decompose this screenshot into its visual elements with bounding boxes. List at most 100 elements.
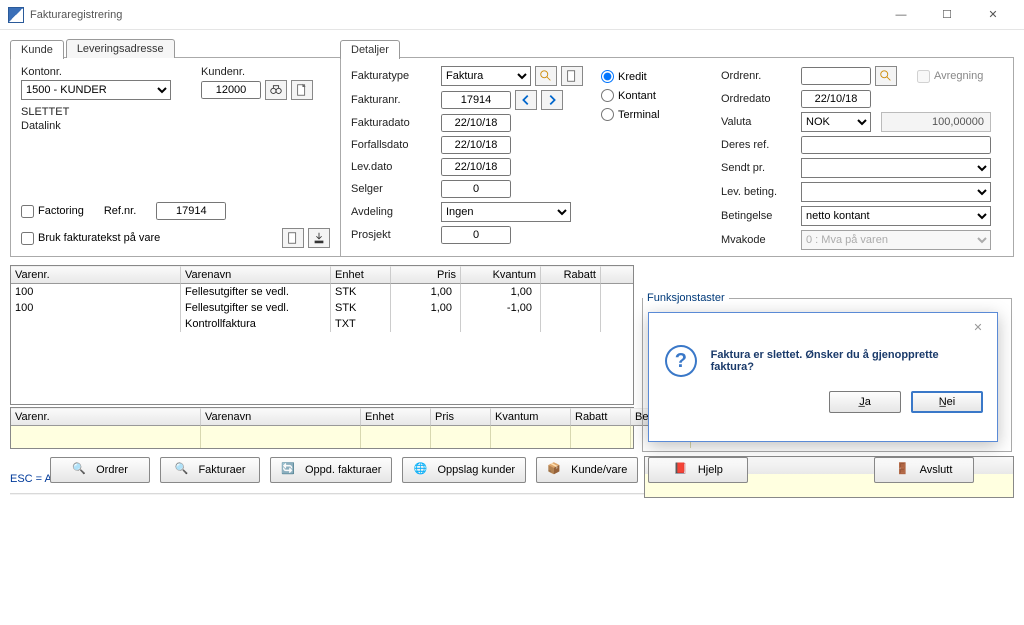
factoring-checkbox[interactable]: Factoring (21, 205, 84, 218)
kunde-panel: Kontonr. 1500 - KUNDER Kundenr. (10, 57, 340, 257)
magnifier-icon (879, 69, 893, 83)
prev-faktura-button[interactable] (515, 90, 537, 110)
fakturaer-button[interactable]: 🔍Fakturaer (160, 457, 260, 483)
forfallsdato-input[interactable] (441, 136, 511, 154)
lookup-fakturatype-button[interactable] (535, 66, 557, 86)
maximize-button[interactable]: ☐ (924, 0, 970, 30)
title-bar: Fakturaregistrering — ☐ ✕ (0, 0, 1024, 30)
fakturadato-label: Fakturadato (351, 117, 441, 129)
cell-enhet: STK (331, 300, 391, 316)
table-row[interactable]: 100Fellesutgifter se vedl.STK1,001,001,0… (11, 284, 633, 300)
copy-button[interactable] (282, 228, 304, 248)
mvakode-select: 0 : Mva på varen (801, 230, 991, 250)
bruk-fakturatekst-checkbox[interactable]: Bruk fakturatekst på vare (21, 232, 160, 245)
kundenr-input[interactable] (201, 81, 261, 99)
cell-varenr: 100 (11, 300, 181, 316)
col-varenavn[interactable]: Varenavn (181, 266, 331, 284)
col2-kvantum[interactable]: Kvantum (491, 408, 571, 426)
prosjekt-input[interactable] (441, 226, 511, 244)
cell-belop (601, 316, 634, 332)
document-icon (286, 231, 300, 245)
selger-label: Selger (351, 183, 441, 195)
col-pris[interactable]: Pris (391, 266, 461, 284)
entry-grid[interactable]: Varenr. Varenavn Enhet Pris Kvantum Raba… (10, 407, 634, 449)
search-customer-button[interactable] (265, 80, 287, 100)
oppd-fakturaer-button[interactable]: 🔄Oppd. fakturaer (270, 457, 392, 483)
lookup-ordre-button[interactable] (875, 66, 897, 86)
ordredato-input[interactable] (801, 90, 871, 108)
ordrer-button[interactable]: 🔍Ordrer (50, 457, 150, 483)
col-rabatt[interactable]: Rabatt (541, 266, 601, 284)
refnr-label: Ref.nr. (104, 205, 136, 217)
col2-pris[interactable]: Pris (431, 408, 491, 426)
levdato-input[interactable] (441, 158, 511, 176)
col-belop[interactable]: Beløp (601, 266, 634, 284)
col2-enhet[interactable]: Enhet (361, 408, 431, 426)
pay-terminal-label: Terminal (618, 109, 660, 121)
new-faktura-button[interactable] (561, 66, 583, 86)
levbeting-select[interactable] (801, 182, 991, 202)
dialog-close-button[interactable]: ✕ (965, 317, 991, 337)
divider (10, 493, 750, 495)
col-enhet[interactable]: Enhet (331, 266, 391, 284)
fakturadato-input[interactable] (441, 114, 511, 132)
table-row[interactable]: 100Fellesutgifter se vedl.STK1,00-1,00-1… (11, 300, 633, 316)
book-icon: 📕 (674, 462, 690, 478)
fakturatype-select[interactable]: Faktura (441, 66, 531, 86)
pay-terminal-radio[interactable]: Terminal (601, 108, 711, 121)
avslutt-button[interactable]: 🚪Avslutt (874, 457, 974, 483)
selger-input[interactable] (441, 180, 511, 198)
window-title: Fakturaregistrering (30, 9, 878, 21)
cell-enhet: STK (331, 284, 391, 300)
pay-kontant-radio[interactable]: Kontant (601, 89, 711, 102)
new-customer-button[interactable] (291, 80, 313, 100)
question-icon: ? (665, 345, 697, 377)
next-faktura-button[interactable] (541, 90, 563, 110)
col-varenr[interactable]: Varenr. (11, 266, 181, 284)
oppslag-kunder-button[interactable]: 🌐Oppslag kunder (402, 457, 526, 483)
ordredato-label: Ordredato (721, 93, 801, 105)
kundenr-label: Kundenr. (201, 66, 281, 78)
minimize-button[interactable]: — (878, 0, 924, 30)
status-datalink: Datalink (21, 120, 330, 132)
table-row[interactable]: KontrollfakturaTXT (11, 316, 633, 332)
magnifier-icon: 🔍 (174, 462, 190, 478)
cell-varenavn: Fellesutgifter se vedl. (181, 300, 331, 316)
ordrenr-input[interactable] (801, 67, 871, 85)
refnr-input[interactable] (156, 202, 226, 220)
col2-rabatt[interactable]: Rabatt (571, 408, 631, 426)
valuta-select[interactable]: NOK (801, 112, 871, 132)
kontonr-select[interactable]: 1500 - KUNDER (21, 80, 171, 100)
cell-kvantum (461, 316, 541, 332)
avdeling-select[interactable]: Ingen (441, 202, 571, 222)
dialog-nei-button[interactable]: N̲ei (911, 391, 983, 413)
tab-leveringsadresse[interactable]: Leveringsadresse (66, 39, 175, 58)
deresref-input[interactable] (801, 136, 991, 154)
deresref-label: Deres ref. (721, 139, 801, 151)
line-items-grid[interactable]: Varenr. Varenavn Enhet Pris Kvantum Raba… (10, 265, 634, 405)
betingelse-select[interactable]: netto kontant (801, 206, 991, 226)
tab-kunde[interactable]: Kunde (10, 40, 64, 59)
fakturanr-input[interactable] (441, 91, 511, 109)
col2-varenavn[interactable]: Varenavn (201, 408, 361, 426)
funksjonstaster-legend: Funksjonstaster (643, 292, 729, 304)
save-to-disk-button[interactable] (308, 228, 330, 248)
forfallsdato-label: Forfallsdato (351, 139, 441, 151)
cell-pris: 1,00 (391, 284, 461, 300)
tab-detaljer[interactable]: Detaljer (340, 40, 400, 59)
betingelse-label: Betingelse (721, 210, 801, 222)
app-icon (8, 7, 24, 23)
globe-icon: 🌐 (413, 462, 429, 478)
magnifier-icon (539, 69, 553, 83)
binoculars-icon (269, 83, 283, 97)
close-button[interactable]: ✕ (970, 0, 1016, 30)
confirm-dialog: ✕ ? Faktura er slettet. Ønsker du å gjen… (648, 312, 998, 442)
col2-varenr[interactable]: Varenr. (11, 408, 201, 426)
kunde-vare-button[interactable]: 📦Kunde/vare (536, 457, 638, 483)
pay-kredit-radio[interactable]: Kredit (601, 70, 711, 83)
ordrenr-label: Ordrenr. (721, 70, 801, 82)
hjelp-button[interactable]: 📕Hjelp (648, 457, 748, 483)
sendtpr-select[interactable] (801, 158, 991, 178)
col-kvantum[interactable]: Kvantum (461, 266, 541, 284)
dialog-ja-button[interactable]: J̲a (829, 391, 901, 413)
